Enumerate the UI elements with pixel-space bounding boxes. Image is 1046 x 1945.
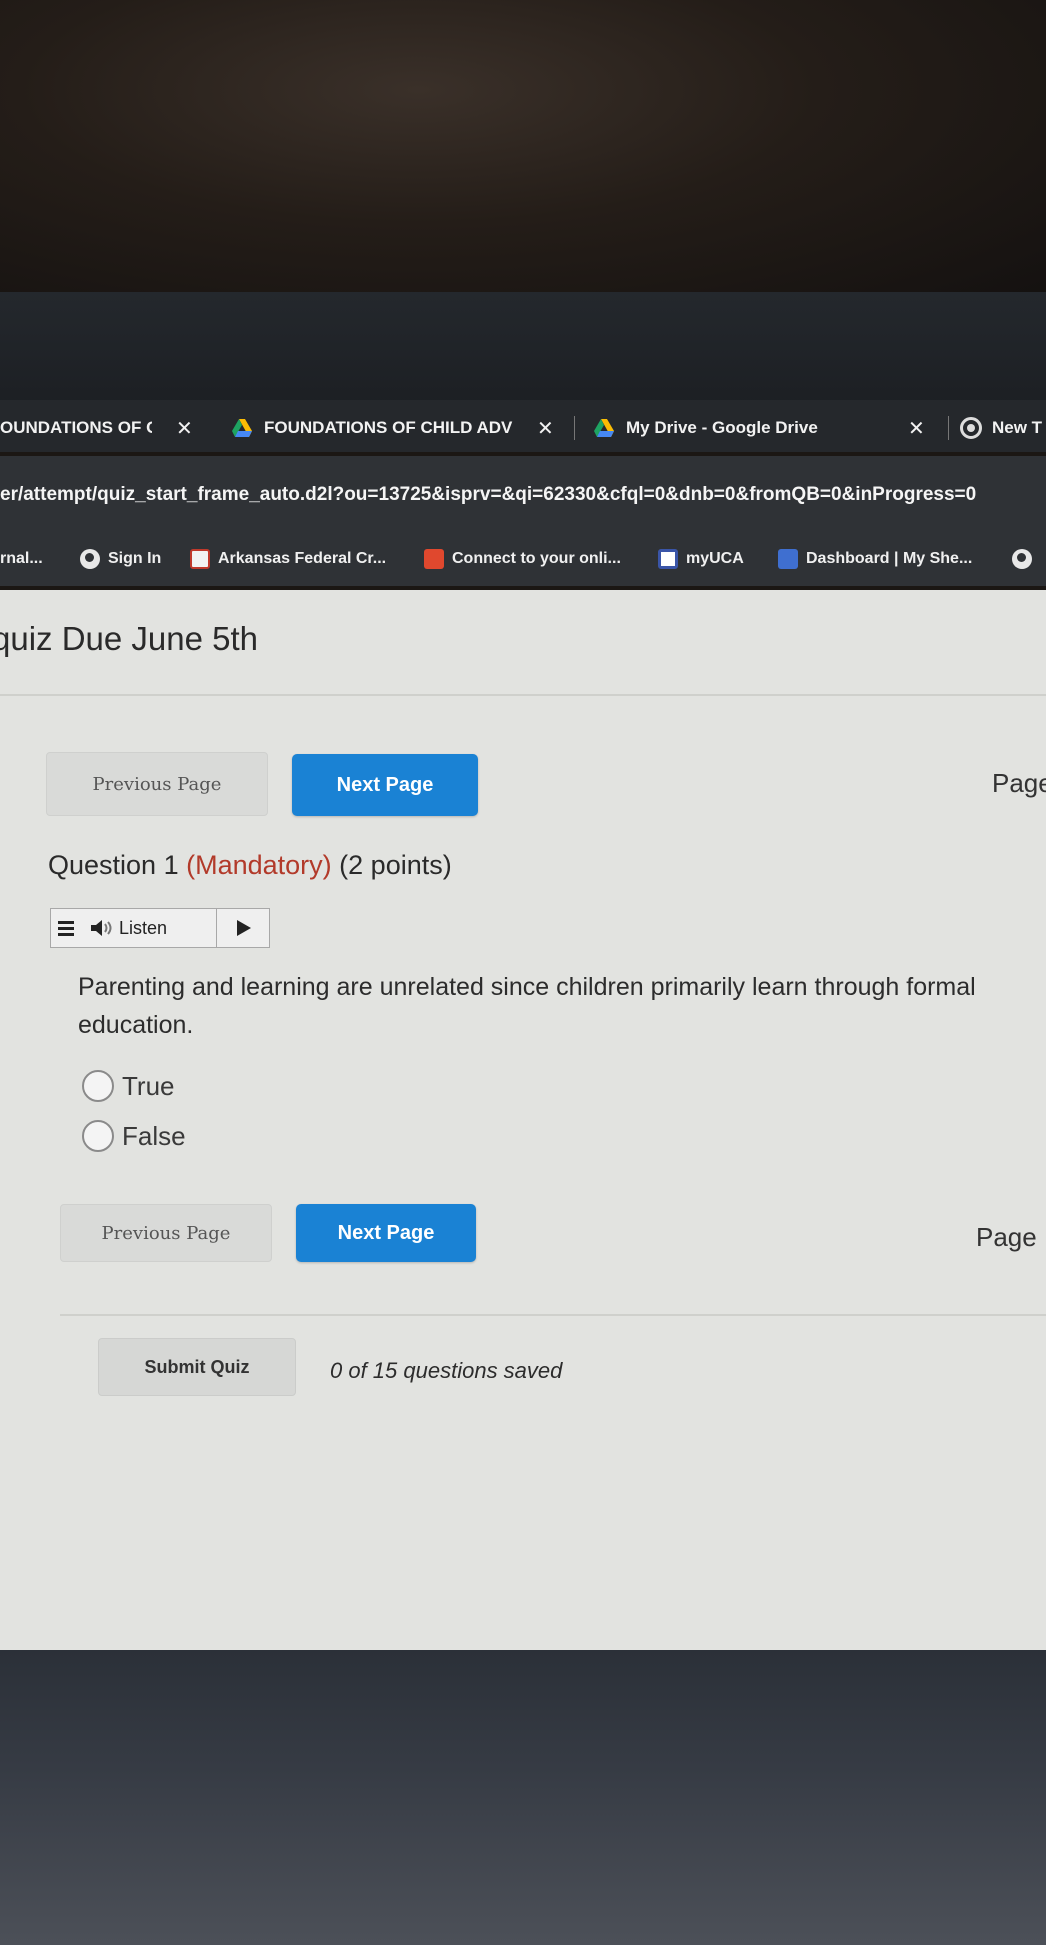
google-drive-icon [594,419,614,437]
tab-separator [574,416,575,440]
google-drive-icon [232,419,252,437]
previous-page-button[interactable]: Previous Page [60,1204,272,1262]
tab-label: OUNDATIONS OF CH [0,418,152,437]
listen-button[interactable]: Listen [81,909,217,947]
bookmark-sign-in[interactable]: Sign In [80,546,161,572]
divider [0,694,1046,696]
tab-label: New T [992,418,1043,437]
option-label: False [122,1120,186,1151]
bookmark-rnal[interactable]: rnal... [0,546,43,572]
tab-bar: OUNDATIONS OF CH ✕ FOUNDATIONS OF CHILD … [0,400,1046,452]
page-indicator[interactable]: Page [976,1222,1037,1253]
screen-bezel-top [0,292,1046,408]
page-indicator[interactable]: Page [992,768,1046,799]
bookmark-label: Connect to your onli... [452,550,621,567]
laptop-bezel-bottom [0,1650,1046,1945]
radio-false[interactable] [82,1120,114,1152]
tab-new[interactable]: New T [960,410,1046,446]
bookmark-myuca[interactable]: myUCA [658,546,744,572]
url-text[interactable]: er/attempt/quiz_start_frame_auto.d2l?ou=… [0,484,976,506]
points-label: (2 points) [339,850,452,880]
menu-icon[interactable] [51,909,81,947]
close-icon[interactable]: ✕ [537,416,554,441]
bookmark-label: myUCA [686,550,744,567]
option-label: True [122,1070,175,1101]
submit-quiz-button[interactable]: Submit Quiz [98,1338,296,1396]
page-title: quiz Due June 5th [0,620,259,657]
bookmark-label: Arkansas Federal Cr... [218,550,387,567]
previous-page-button[interactable]: Previous Page [46,752,268,816]
bank-icon [190,549,210,569]
uca-icon [658,549,678,569]
chrome-icon [960,417,982,439]
option-true[interactable]: True [82,1070,175,1102]
question-number: Question 1 [48,850,179,880]
quiz-page: quiz Due June 5th Previous Page Next Pag… [0,590,1046,1660]
tab-foundations-child[interactable]: FOUNDATIONS OF CHILD ADV ✕ [232,410,562,446]
mandatory-label: (Mandatory) [186,850,332,880]
tab-google-drive[interactable]: My Drive - Google Drive ✕ [594,410,944,446]
next-page-button[interactable]: Next Page [296,1204,476,1262]
bookmark-connect[interactable]: Connect to your onli... [424,546,621,572]
globe-icon [80,549,100,569]
question-heading: Question 1 (Mandatory) (2 points) [48,850,452,881]
tab-label: FOUNDATIONS OF CHILD ADV [264,418,513,437]
divider [60,1314,1046,1316]
listen-widget: Listen [50,908,270,948]
background-room [0,0,1046,300]
globe-icon [1012,549,1032,569]
bookmark-label: rnal... [0,550,43,567]
bookmark-label: Sign In [108,550,162,567]
close-icon[interactable]: ✕ [908,416,925,441]
dashboard-icon [778,549,798,569]
tab-label: My Drive - Google Drive [626,418,818,437]
save-status: 0 of 15 questions saved [330,1358,563,1383]
play-icon[interactable] [217,909,269,947]
bookmarks-bar: rnal... Sign In Arkansas Federal Cr... C… [0,532,1046,586]
question-text: Parenting and learning are unrelated sin… [78,973,976,1039]
address-bar[interactable]: er/attempt/quiz_start_frame_auto.d2l?ou=… [0,456,1046,536]
bookmark-dashboard[interactable]: Dashboard | My She... [778,546,972,572]
speaker-icon [91,920,112,936]
radio-true[interactable] [82,1070,114,1102]
next-page-button[interactable]: Next Page [292,754,478,816]
bookmark-label: Dashboard | My She... [806,550,973,567]
tab-foundations-active[interactable]: OUNDATIONS OF CH ✕ [0,410,200,446]
bookmark-more[interactable] [1012,546,1040,572]
tab-separator [948,416,949,440]
bookmark-arkansas-federal[interactable]: Arkansas Federal Cr... [190,546,386,572]
close-icon[interactable]: ✕ [176,416,193,441]
option-false[interactable]: False [82,1120,186,1152]
listen-label: Listen [119,917,168,938]
shield-icon [424,549,444,569]
